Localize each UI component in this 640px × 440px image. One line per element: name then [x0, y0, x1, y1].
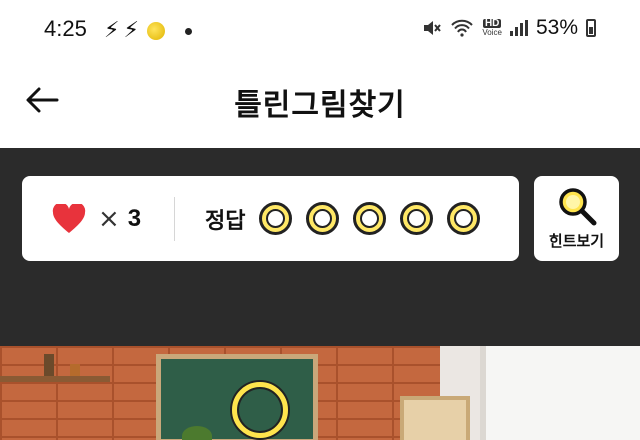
battery-percent: 53%	[535, 16, 578, 39]
mute-icon	[424, 21, 442, 35]
answer-slot-icon	[306, 202, 340, 235]
lives-count: 3	[127, 204, 142, 232]
multiply-sign: ×	[98, 203, 120, 234]
shelf-decoration	[44, 354, 54, 376]
voice-label: Voice	[482, 28, 502, 37]
coin-icon	[146, 22, 165, 40]
answer-slots	[259, 202, 481, 235]
bolt-icon: ⚡︎	[123, 18, 139, 43]
bookshelf	[400, 396, 470, 440]
puzzle-picture[interactable]	[0, 346, 640, 440]
heart-icon	[52, 203, 86, 233]
hd-voice-icon: HD Voice	[482, 18, 502, 38]
found-difference-marker	[232, 382, 288, 438]
status-time: 4:25	[44, 16, 87, 41]
hd-label: HD	[482, 18, 502, 29]
status-bar: 4:25 ⚡︎ ⚡︎ HD Voice 53%	[0, 0, 640, 62]
signal-icon	[509, 20, 528, 36]
score-card: × 3 정답	[22, 176, 519, 261]
app-header: 틀린그림찾기	[0, 62, 640, 148]
plant	[182, 426, 212, 440]
wifi-icon	[451, 19, 474, 37]
answer-slot-icon	[259, 202, 293, 235]
page-title: 틀린그림찾기	[234, 88, 406, 123]
answer-slot-icon	[353, 202, 387, 235]
answer-slot-icon	[400, 202, 434, 235]
answer-label: 정답	[205, 208, 246, 234]
window	[480, 346, 640, 440]
wall-shelf	[0, 376, 110, 382]
hint-label: 힌트보기	[548, 232, 605, 250]
game-info-area: × 3 정답 힌트보기	[0, 148, 640, 346]
notification-dot-icon	[184, 27, 192, 35]
battery-icon	[586, 19, 596, 37]
shelf-decoration	[70, 364, 80, 376]
status-left-icons: ⚡︎ ⚡︎	[104, 18, 192, 44]
hint-button[interactable]: 힌트보기	[534, 176, 619, 261]
bolt-icon: ⚡︎	[104, 18, 120, 43]
answer-slot-icon	[447, 202, 481, 235]
divider	[174, 196, 175, 241]
magnifier-icon	[558, 188, 596, 226]
lives-indicator: × 3	[22, 203, 174, 234]
status-right-icons: HD Voice 53%	[422, 16, 596, 40]
